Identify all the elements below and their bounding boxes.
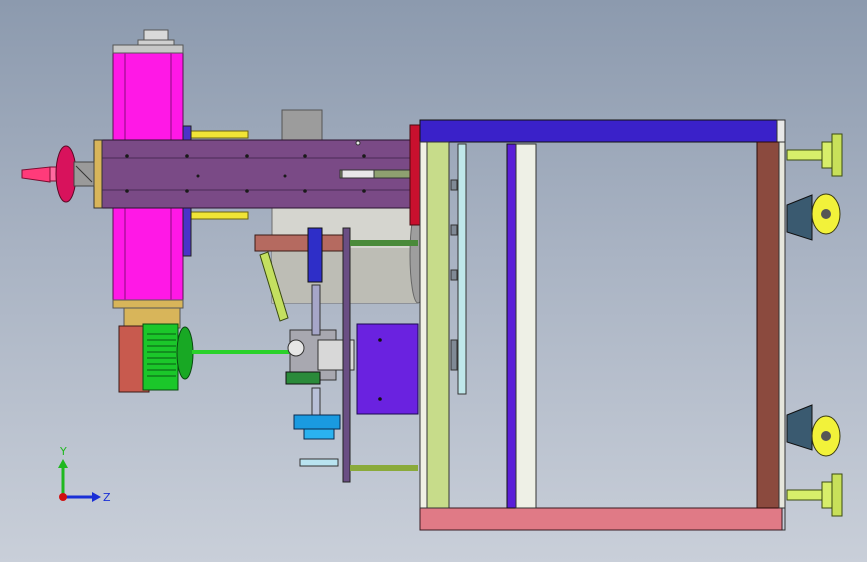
- coordinate-triad: Y Z: [58, 445, 111, 504]
- shaft-end-collar: [93, 139, 103, 209]
- vertical-shaft: [311, 284, 321, 336]
- y-axis-label: Y: [59, 445, 67, 458]
- leveling-foot-stem: [786, 489, 826, 501]
- vertical-support-plate: [342, 227, 351, 483]
- cad-model-drawing[interactable]: Y Z: [0, 0, 867, 562]
- shaft-slider[interactable]: [341, 169, 375, 179]
- caster-axle: [821, 431, 831, 441]
- coupling-plate: [299, 458, 339, 467]
- drum-top-block: [281, 109, 323, 141]
- caster-bracket: [786, 194, 813, 241]
- caster-top[interactable]: [786, 193, 841, 241]
- leveling-foot-pad: [831, 473, 843, 517]
- control-box-screw: [378, 397, 382, 401]
- caster-bracket: [786, 404, 813, 451]
- hand-wheel-handle[interactable]: [21, 166, 51, 183]
- z-axis-label: Z: [103, 491, 111, 504]
- frame-bottom-rail[interactable]: [419, 507, 783, 531]
- linkage-block: [307, 227, 323, 283]
- triad-origin: [59, 493, 67, 501]
- spindle-housing-top-flange: [112, 44, 184, 54]
- control-box-screw: [378, 338, 382, 342]
- cad-viewport[interactable]: Y Z: [0, 0, 867, 562]
- frame-edge-left: [419, 141, 428, 509]
- coupling: [293, 414, 341, 430]
- motor-end-cap: [176, 326, 194, 380]
- caster-axle: [821, 209, 831, 219]
- leveling-foot-bottom[interactable]: [786, 473, 843, 517]
- leveling-foot-pad: [831, 133, 843, 177]
- frame-edge-right: [778, 141, 786, 509]
- frame-post-left[interactable]: [426, 141, 450, 509]
- frame-top-rail-cap: [776, 119, 786, 143]
- frame-outline: [419, 119, 786, 531]
- gear: [287, 339, 305, 357]
- vertical-shaft-lower: [311, 387, 321, 419]
- inner-rail-white: [515, 143, 537, 509]
- leveling-foot-nut: [821, 141, 833, 169]
- z-axis-arrowhead: [92, 492, 101, 502]
- inner-rail-blue: [506, 143, 517, 509]
- shaft-marker: [355, 140, 361, 146]
- linkage-arm[interactable]: [254, 234, 344, 252]
- mount-plate-lower: [185, 211, 249, 220]
- leveling-foot-nut: [821, 481, 833, 509]
- frame-top-rail[interactable]: [419, 119, 783, 143]
- spindle-housing-bottom-flange: [112, 299, 184, 309]
- frame-assembly[interactable]: [419, 119, 786, 531]
- y-axis-arrowhead: [58, 459, 68, 468]
- control-box[interactable]: [356, 323, 419, 415]
- hand-wheel-assembly[interactable]: [21, 145, 95, 203]
- sight-glass: [457, 143, 467, 395]
- sight-glass-clips: [450, 179, 458, 371]
- leveling-foot-stem: [786, 149, 826, 161]
- coupling-base: [303, 428, 335, 440]
- frame-post-right[interactable]: [756, 141, 780, 509]
- leveling-foot-top[interactable]: [786, 133, 843, 177]
- caster-bottom[interactable]: [786, 404, 841, 457]
- shaft-flange: [409, 124, 421, 226]
- mount-plate-upper: [185, 130, 249, 139]
- gear-base: [285, 371, 321, 385]
- motor-assembly[interactable]: [118, 307, 292, 393]
- hand-wheel[interactable]: [55, 145, 77, 203]
